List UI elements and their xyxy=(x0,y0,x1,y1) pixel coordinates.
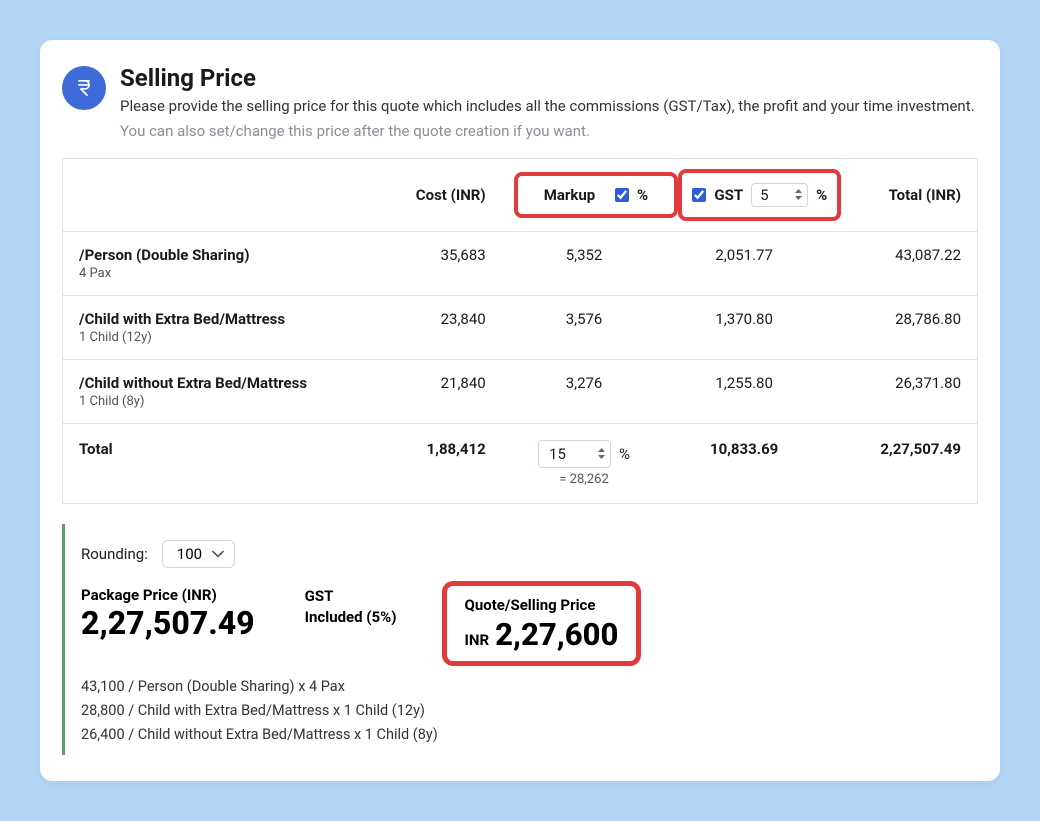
quote-currency: INR xyxy=(465,631,490,649)
col-total-header: Total (INR) xyxy=(822,158,978,231)
col-markup-header: Markup xyxy=(544,186,596,204)
quote-price-value: 2,27,600 xyxy=(495,616,618,653)
breakdown-line: 43,100 / Person (Double Sharing) x 4 Pax xyxy=(81,675,962,699)
markup-spinner[interactable] xyxy=(597,447,606,460)
gst-header-highlight: GST % xyxy=(682,173,837,217)
gst-percent-label: % xyxy=(816,186,827,204)
gst-input-wrap[interactable] xyxy=(751,183,808,207)
col-gst-header: GST xyxy=(714,186,743,204)
markup-value-input[interactable] xyxy=(549,445,597,463)
rupee-icon xyxy=(62,66,106,110)
row-cost: 23,840 xyxy=(355,295,501,359)
package-price-label: Package Price (INR) xyxy=(81,586,255,604)
row-label: /Child without Extra Bed/Mattress xyxy=(79,374,339,392)
rounding-label: Rounding: xyxy=(81,545,148,563)
chevron-down-icon xyxy=(212,550,224,558)
row-total: 43,087.22 xyxy=(822,231,978,295)
breakdown-line: 26,400 / Child without Extra Bed/Mattres… xyxy=(81,723,962,747)
row-markup: 3,576 xyxy=(502,295,667,359)
markup-input-wrap[interactable] xyxy=(538,440,611,468)
gst-summary-label: GST xyxy=(305,586,397,607)
selling-price-card: Selling Price Please provide the selling… xyxy=(40,40,1000,781)
row-cost: 35,683 xyxy=(355,231,501,295)
package-price-value: 2,27,507.49 xyxy=(81,606,255,641)
gst-checkbox[interactable] xyxy=(692,188,706,202)
markup-header-highlight: Markup % xyxy=(518,176,674,214)
gst-value-input[interactable] xyxy=(760,186,794,204)
gst-spinner[interactable] xyxy=(794,188,803,201)
row-total: 28,786.80 xyxy=(822,295,978,359)
totals-gst: 10,833.69 xyxy=(666,423,822,503)
breakdown-line: 28,800 / Child with Extra Bed/Mattress x… xyxy=(81,699,962,723)
row-label: /Person (Double Sharing) xyxy=(79,246,339,264)
totals-total: 2,27,507.49 xyxy=(822,423,978,503)
totals-row: Total 1,88,412 % = 28,262 xyxy=(63,423,978,503)
package-price-block: Package Price (INR) 2,27,507.49 xyxy=(81,586,255,641)
table-row: /Child without Extra Bed/Mattress 1 Child… xyxy=(63,359,978,423)
price-table: Cost (INR) Markup % GST xyxy=(62,158,978,504)
page-hint: You can also set/change this price after… xyxy=(120,122,975,140)
summary-panel: Rounding: 100 Package Price (INR) 2,27,5… xyxy=(62,524,978,755)
table-row: /Child with Extra Bed/Mattress 1 Child (1… xyxy=(63,295,978,359)
markup-percent-checkbox[interactable] xyxy=(615,188,629,202)
page-title: Selling Price xyxy=(120,64,975,92)
row-gst: 1,370.80 xyxy=(666,295,822,359)
col-cost-header: Cost (INR) xyxy=(355,158,501,231)
quote-price-label: Quote/Selling Price xyxy=(465,596,619,614)
rounding-select[interactable]: 100 xyxy=(162,540,235,568)
row-cost: 21,840 xyxy=(355,359,501,423)
row-sublabel: 1 Child (12y) xyxy=(79,330,339,345)
page-description: Please provide the selling price for thi… xyxy=(120,96,975,118)
quote-price-highlight: Quote/Selling Price INR 2,27,600 xyxy=(447,586,637,661)
markup-percent-sign: % xyxy=(619,445,630,463)
totals-label: Total xyxy=(63,423,356,503)
markup-percent-label: % xyxy=(637,186,648,204)
rounding-value: 100 xyxy=(177,545,202,563)
row-markup: 3,276 xyxy=(502,359,667,423)
row-gst: 1,255.80 xyxy=(666,359,822,423)
breakdown-lines: 43,100 / Person (Double Sharing) x 4 Pax… xyxy=(81,675,962,747)
row-gst: 2,051.77 xyxy=(666,231,822,295)
row-sublabel: 1 Child (8y) xyxy=(79,394,339,409)
row-markup: 5,352 xyxy=(502,231,667,295)
totals-cost: 1,88,412 xyxy=(355,423,501,503)
gst-summary-block: GST Included (5%) xyxy=(305,586,397,628)
header: Selling Price Please provide the selling… xyxy=(62,64,978,140)
row-total: 26,371.80 xyxy=(822,359,978,423)
row-label: /Child with Extra Bed/Mattress xyxy=(79,310,339,328)
row-sublabel: 4 Pax xyxy=(79,266,339,281)
gst-summary-value: Included (5%) xyxy=(305,607,397,628)
table-row: /Person (Double Sharing) 4 Pax 35,683 5,3… xyxy=(63,231,978,295)
markup-equals: = 28,262 xyxy=(518,472,651,487)
